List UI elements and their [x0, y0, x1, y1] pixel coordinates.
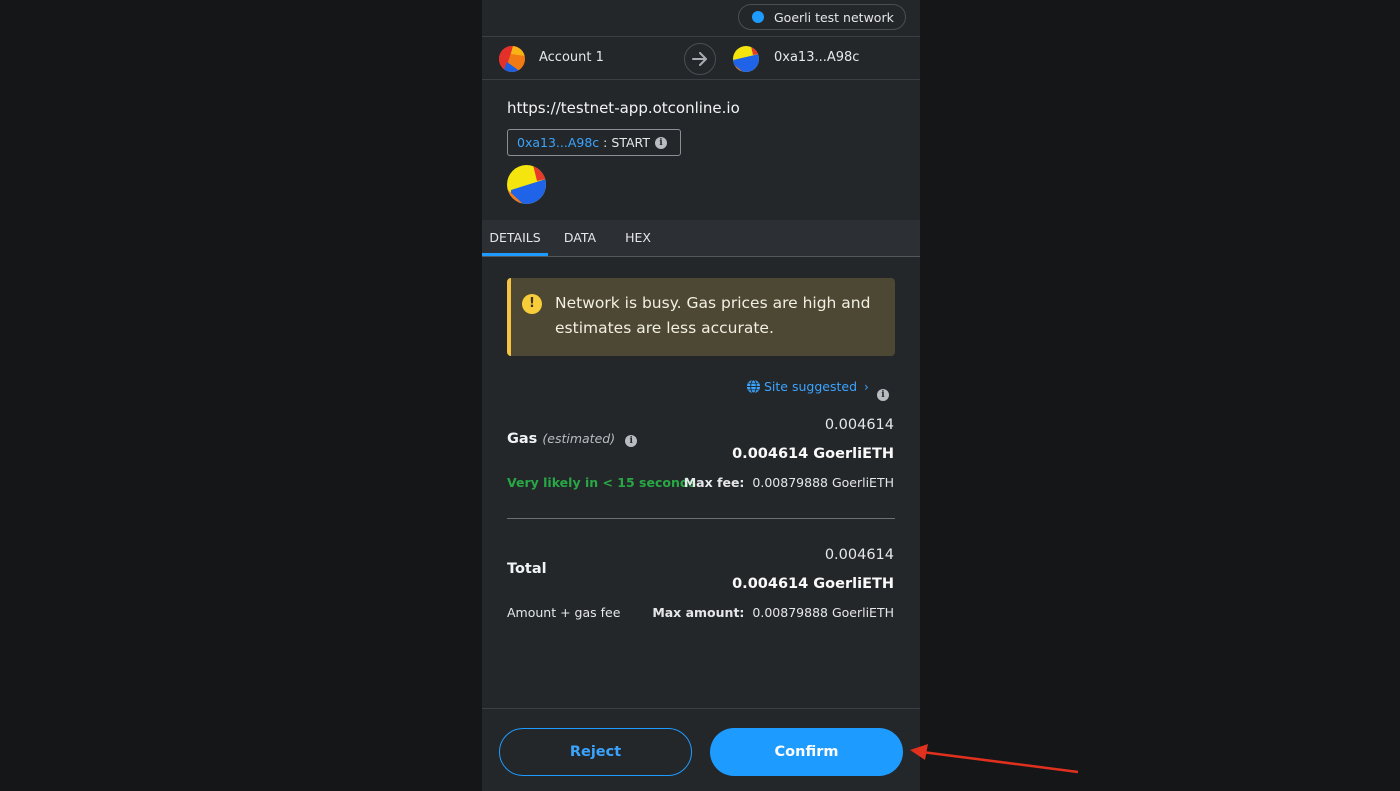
total-eth: 0.004614 GoerliETH: [732, 576, 894, 592]
to-address[interactable]: 0xa13...A98c: [774, 50, 859, 65]
site-suggested-label: Site suggested: [764, 379, 858, 394]
network-busy-warning: ! Network is busy. Gas prices are high a…: [507, 278, 895, 356]
site-origin: https://testnet-app.otconline.io: [507, 99, 740, 117]
from-account-avatar[interactable]: [499, 46, 525, 72]
site-suggested-info[interactable]: i: [877, 382, 889, 401]
to-account-avatar[interactable]: [733, 46, 759, 72]
gas-fee-label: Gas (estimated) i: [507, 431, 638, 447]
max-amount: Max amount: 0.00879888 GoerliETH: [652, 605, 894, 620]
tab-bar: DETAILS DATA HEX: [482, 220, 920, 257]
warning-icon: !: [522, 294, 542, 314]
confirm-transaction-popup: Goerli test network Account 1 0xa13...A9…: [482, 0, 920, 791]
contract-method-badge: 0xa13...A98c : START i: [507, 129, 681, 156]
gas-label-text: Gas: [507, 431, 538, 447]
reject-button[interactable]: Reject: [499, 728, 692, 776]
gas-time-estimate: Very likely in < 15 seconds: [507, 475, 697, 490]
network-status-dot: [752, 11, 764, 23]
network-bar: Goerli test network: [482, 0, 920, 36]
contract-avatar: [507, 165, 546, 204]
amount-plus-gas-label: Amount + gas fee: [507, 605, 621, 620]
tab-details[interactable]: DETAILS: [482, 220, 548, 256]
gas-estimated-text: (estimated): [542, 431, 616, 446]
total-label: Total: [507, 561, 547, 577]
globe-icon: [746, 379, 761, 394]
from-account-name[interactable]: Account 1: [539, 50, 604, 65]
info-icon[interactable]: i: [877, 389, 889, 401]
max-fee: Max fee: 0.00879888 GoerliETH: [684, 475, 894, 490]
method-separator: :: [603, 135, 608, 150]
max-amount-label: Max amount:: [652, 605, 745, 620]
info-icon[interactable]: i: [625, 435, 638, 447]
account-transfer-row: Account 1 0xa13...A98c: [482, 36, 920, 80]
info-icon[interactable]: i: [654, 136, 667, 149]
total-value: 0.004614: [824, 547, 894, 563]
gas-fee-eth: 0.004614 GoerliETH: [732, 446, 894, 462]
contract-address-link[interactable]: 0xa13...A98c: [517, 135, 599, 150]
tab-hex[interactable]: HEX: [612, 220, 664, 256]
site-suggested-link[interactable]: Site suggested ›: [746, 379, 869, 394]
gas-fee-value: 0.004614: [824, 417, 894, 433]
chevron-right-icon: ›: [864, 379, 869, 394]
network-label: Goerli test network: [774, 9, 894, 25]
confirm-button[interactable]: Confirm: [710, 728, 903, 776]
section-divider: [507, 518, 895, 519]
max-amount-value: 0.00879888 GoerliETH: [752, 605, 894, 620]
method-name: START: [611, 135, 650, 150]
tab-data[interactable]: DATA: [548, 220, 612, 256]
max-fee-label: Max fee:: [683, 475, 745, 490]
network-selector[interactable]: Goerli test network: [738, 4, 906, 30]
warning-text: Network is busy. Gas prices are high and…: [555, 294, 871, 337]
warning-accent-bar: [507, 278, 511, 356]
arrow-right-icon: [684, 43, 716, 75]
max-fee-value: 0.00879888 GoerliETH: [752, 475, 894, 490]
action-footer: Reject Confirm: [482, 708, 920, 791]
